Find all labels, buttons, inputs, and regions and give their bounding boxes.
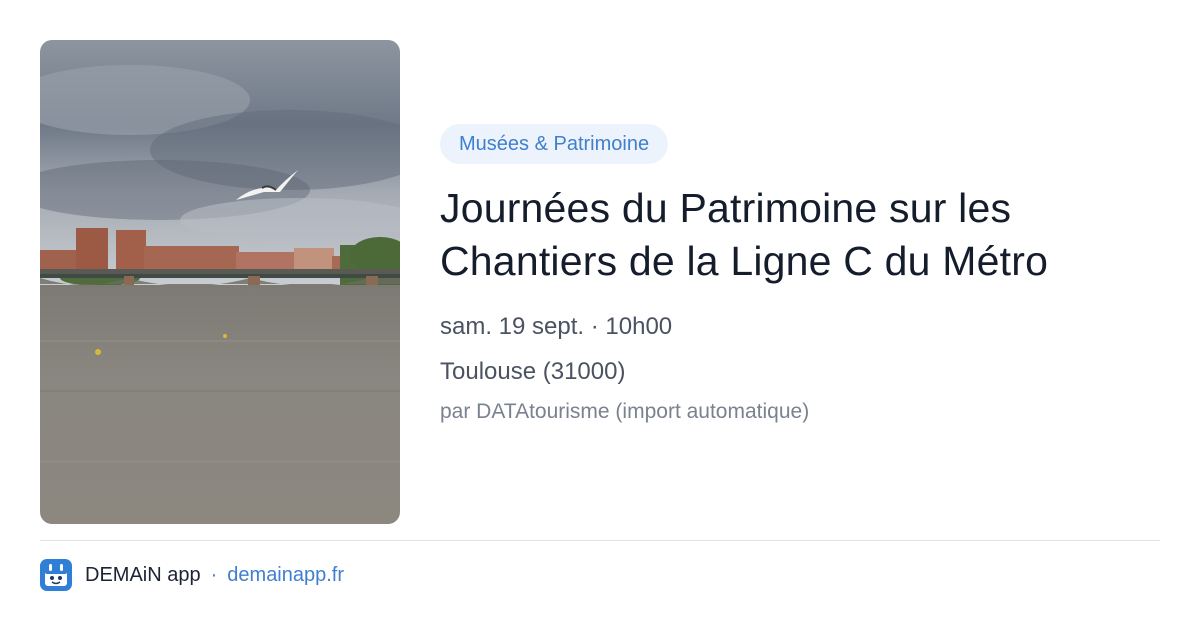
event-title-line-1: Journées du Patrimoine sur les [440, 185, 1012, 231]
category-badge[interactable]: Musées & Patrimoine [440, 124, 669, 164]
event-location: Toulouse (31000) [440, 358, 626, 385]
footer-divider [40, 540, 1160, 541]
event-datetime: sam. 19 sept. · 10h00 [440, 313, 673, 340]
event-source: par DATAtourisme (import automatique) [440, 400, 810, 423]
app-name: DEMAiN app [85, 563, 201, 586]
footer-separator: · [210, 563, 218, 586]
event-title[interactable]: Journées du Patrimoine sur les Chantiers… [440, 182, 1160, 288]
event-image [40, 40, 400, 524]
app-url-link[interactable]: demainapp.fr [227, 564, 344, 587]
footer: DEMAiN app · demainapp.fr [40, 559, 344, 591]
river-bridge-photo [40, 40, 400, 524]
event-title-line-2: Chantiers de la Ligne C du Métro [440, 238, 1049, 284]
event-info: Musées & Patrimoine Journées du Patrimoi… [440, 124, 1160, 425]
demain-logo-icon[interactable] [40, 559, 72, 591]
